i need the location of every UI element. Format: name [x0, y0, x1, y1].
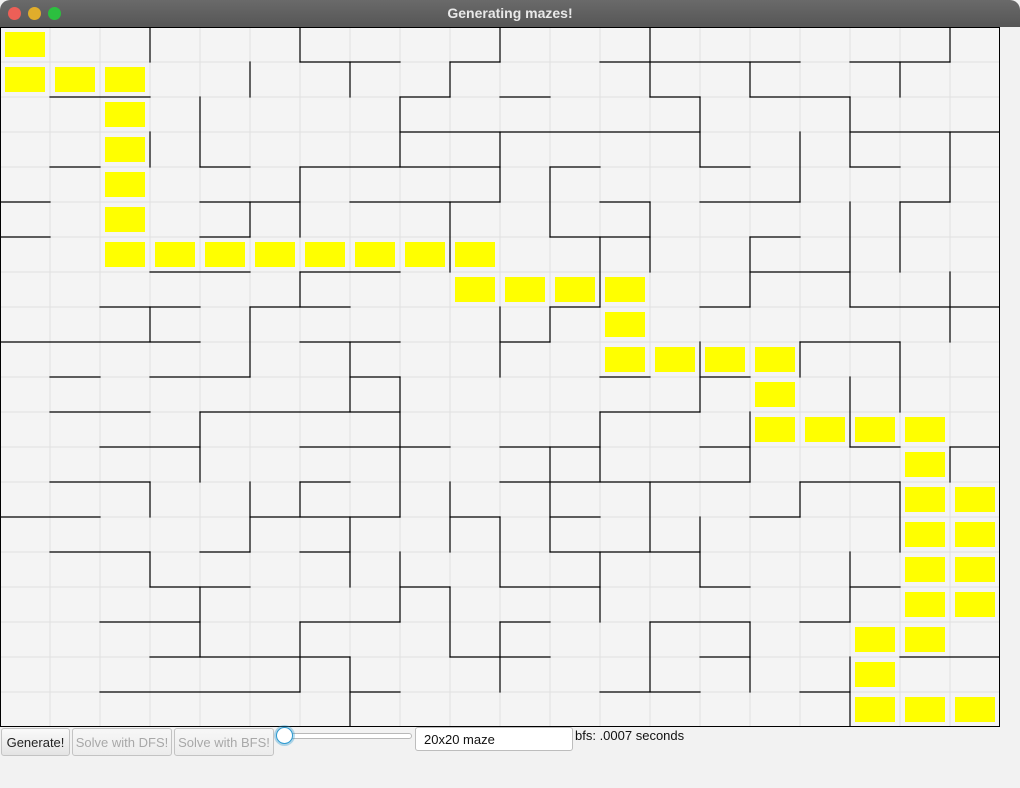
solution-cell — [105, 67, 145, 92]
solution-cell — [855, 417, 895, 442]
solution-cell — [955, 522, 995, 547]
solution-cell — [455, 242, 495, 267]
solution-cell — [605, 277, 645, 302]
speed-slider-track[interactable] — [286, 733, 412, 739]
solution-cell — [755, 347, 795, 372]
solution-cell — [605, 347, 645, 372]
solution-cell — [705, 347, 745, 372]
solution-cell — [905, 417, 945, 442]
maze-size-input[interactable] — [415, 727, 573, 751]
solution-cell — [105, 242, 145, 267]
solution-cell — [255, 242, 295, 267]
solution-cell — [905, 627, 945, 652]
maze-canvas — [0, 27, 1000, 727]
generate-button[interactable]: Generate! — [1, 728, 70, 756]
solution-cell — [855, 627, 895, 652]
solution-cell — [905, 557, 945, 582]
solution-cell — [205, 242, 245, 267]
solve-dfs-button[interactable]: Solve with DFS! — [72, 728, 172, 756]
title-bar: Generating mazes! — [0, 0, 1020, 27]
solution-cell — [505, 277, 545, 302]
solution-cell — [305, 242, 345, 267]
solution-cell — [855, 662, 895, 687]
solution-cell — [155, 242, 195, 267]
solve-bfs-button[interactable]: Solve with BFS! — [174, 728, 274, 756]
solution-cell — [555, 277, 595, 302]
solution-cell — [955, 697, 995, 722]
solution-cell — [855, 697, 895, 722]
solution-cell — [55, 67, 95, 92]
solution-cell — [655, 347, 695, 372]
solution-cell — [605, 312, 645, 337]
solution-cell — [5, 67, 45, 92]
solution-cell — [755, 417, 795, 442]
speed-slider-thumb[interactable] — [276, 727, 293, 744]
window-title: Generating mazes! — [447, 5, 573, 21]
control-bar: Generate! Solve with DFS! Solve with BFS… — [0, 727, 1020, 788]
solution-cell — [955, 487, 995, 512]
solution-cell — [105, 137, 145, 162]
solution-cell — [755, 382, 795, 407]
solution-cell — [955, 592, 995, 617]
solution-cell — [455, 277, 495, 302]
solution-cell — [105, 102, 145, 127]
solution-cell — [905, 697, 945, 722]
solution-cell — [5, 32, 45, 57]
solution-cell — [905, 522, 945, 547]
solution-cell — [905, 592, 945, 617]
solution-cell — [355, 242, 395, 267]
solution-cell — [955, 557, 995, 582]
solution-cell — [905, 487, 945, 512]
solve-time-status: bfs: .0007 seconds — [575, 728, 685, 743]
solution-cell — [405, 242, 445, 267]
solution-cell — [905, 452, 945, 477]
solution-cell — [805, 417, 845, 442]
solution-cell — [105, 172, 145, 197]
solution-cell — [105, 207, 145, 232]
